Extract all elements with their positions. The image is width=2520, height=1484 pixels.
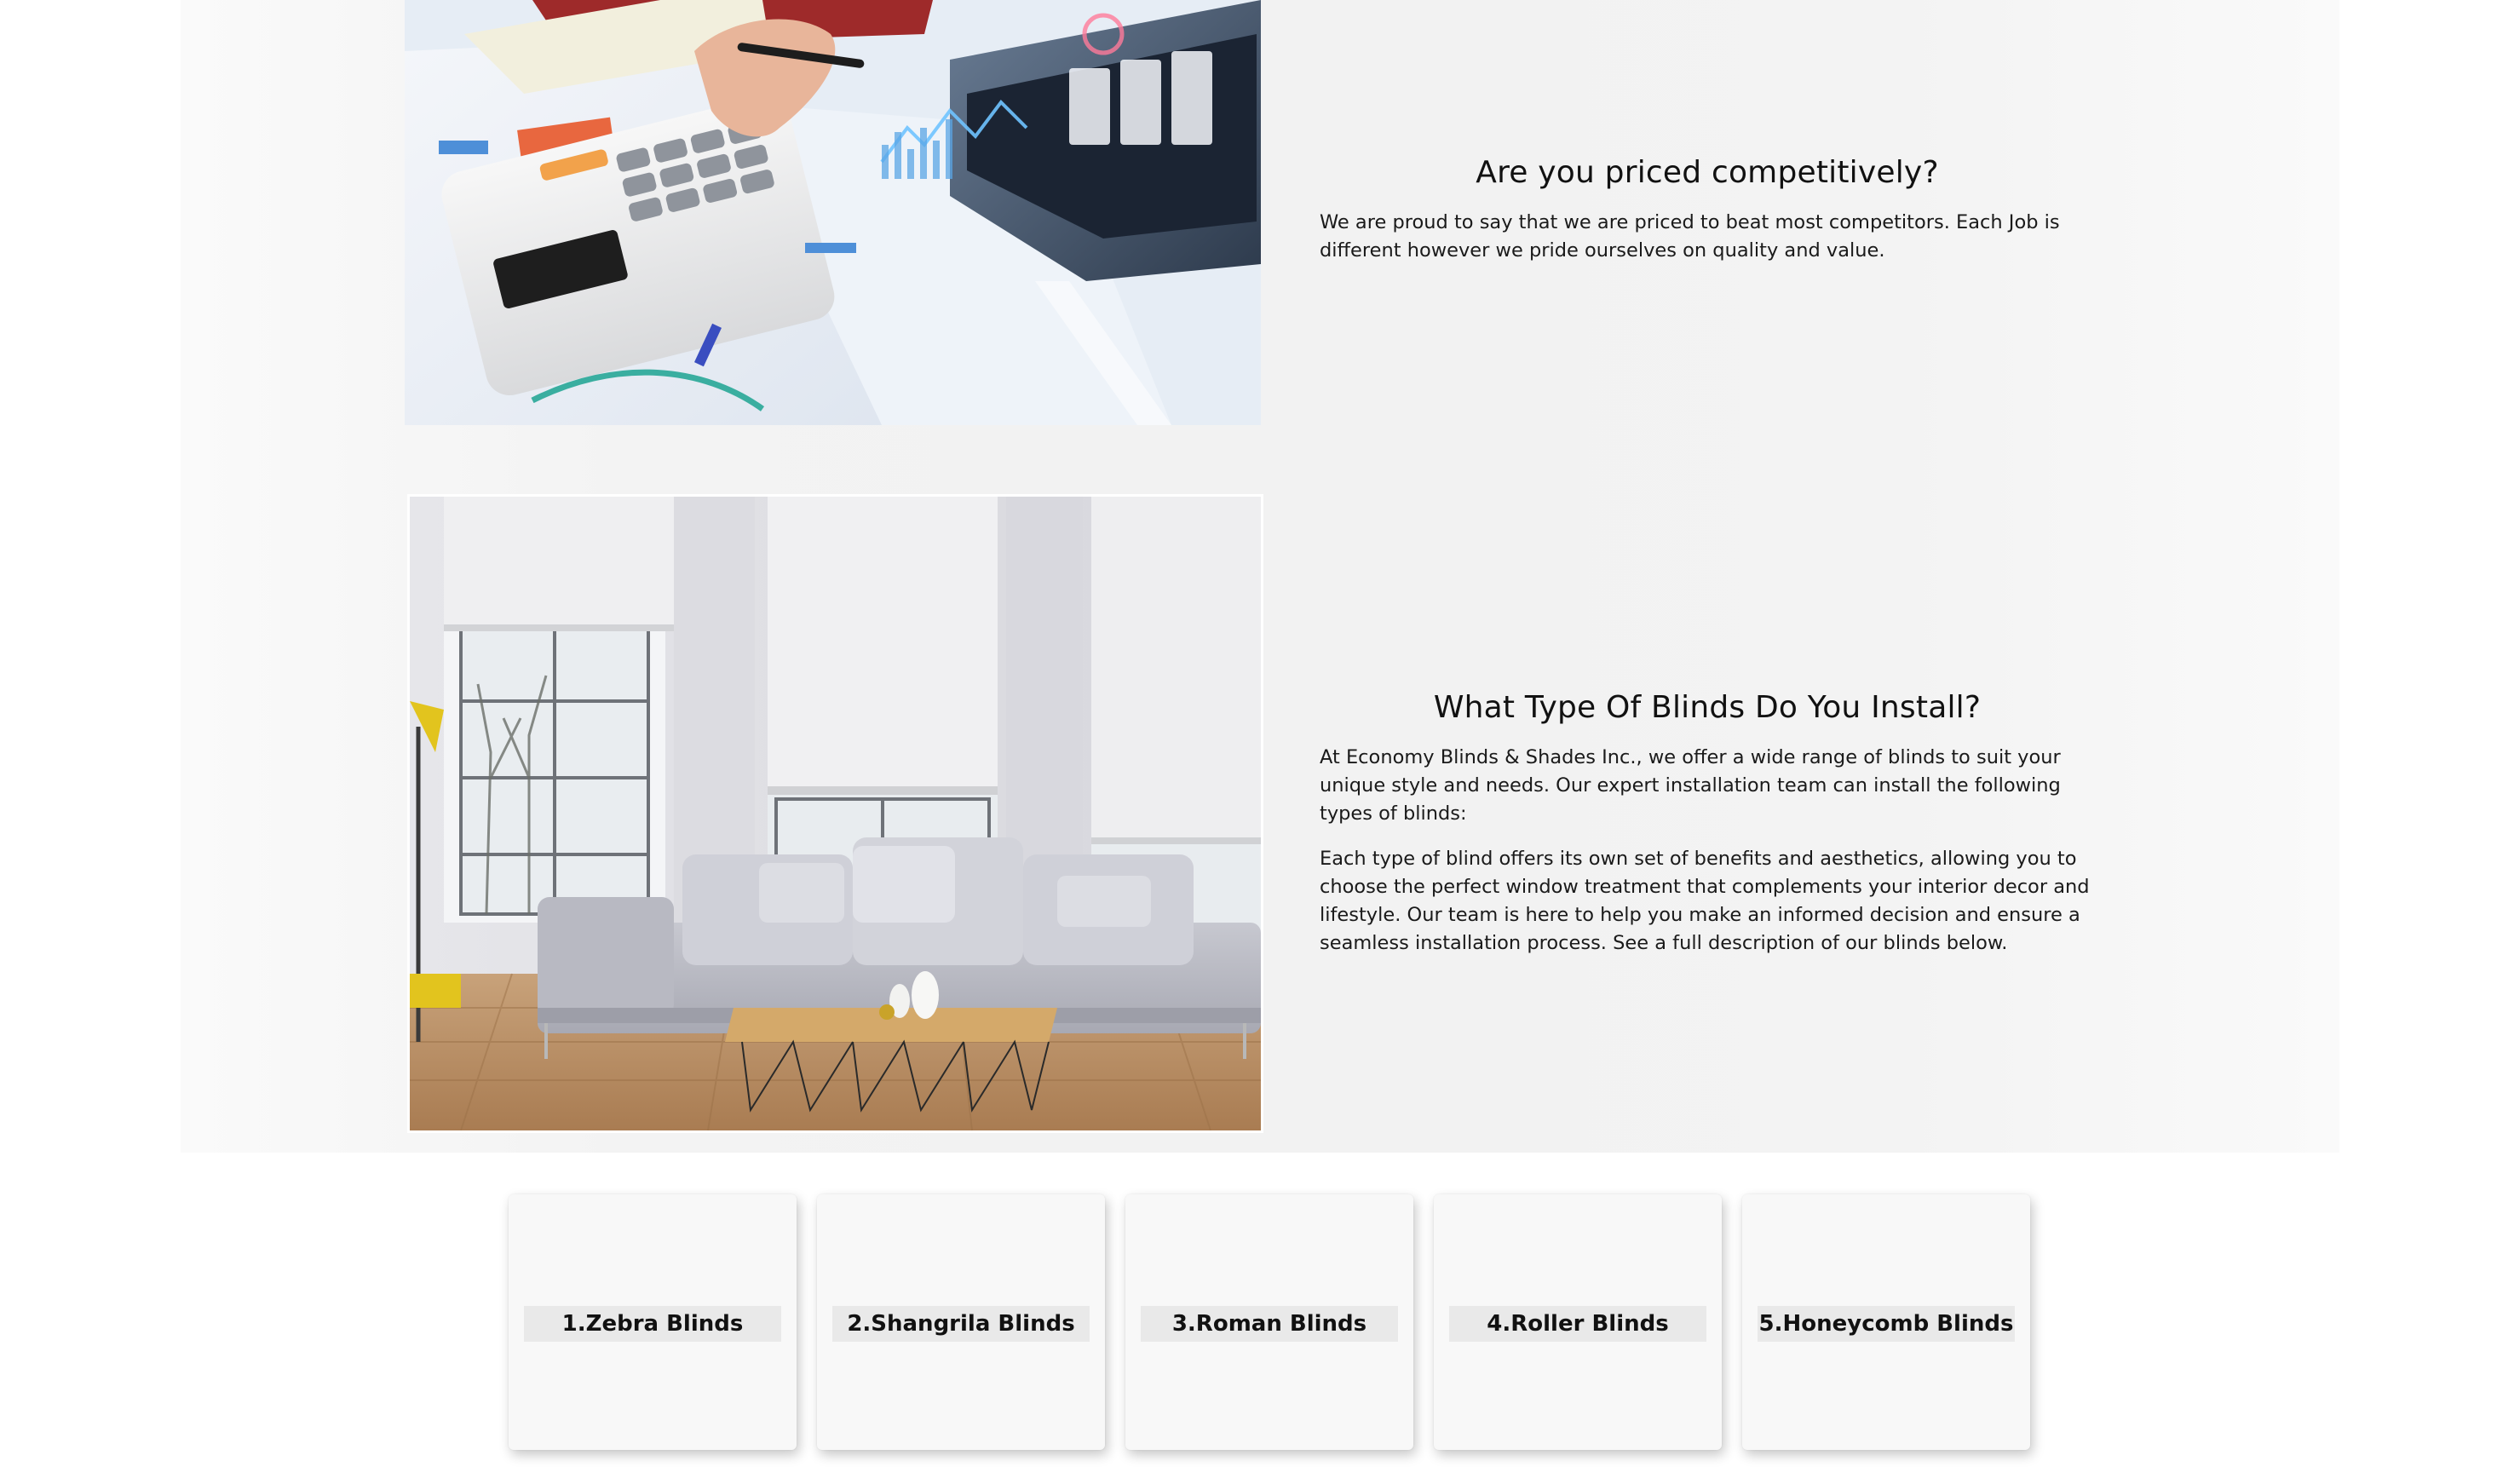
blind-card-label[interactable]: 5.Honeycomb Blinds <box>1758 1306 2015 1342</box>
blind-card-label[interactable]: 1.Zebra Blinds <box>524 1306 781 1342</box>
blind-card-roller[interactable]: 4.Roller Blinds <box>1434 1194 1722 1450</box>
pricing-photo <box>405 0 1261 425</box>
blind-types-section: What Type Of Blinds Do You Install? At E… <box>1320 690 2095 958</box>
blind-card-honeycomb[interactable]: 5.Honeycomb Blinds <box>1742 1194 2030 1450</box>
blind-card-label[interactable]: 3.Roman Blinds <box>1141 1306 1398 1342</box>
pricing-paragraph: We are proud to say that we are priced t… <box>1320 211 2060 262</box>
blind-cards: 1.Zebra Blinds 2.Shangrila Blinds 3.Roma… <box>509 1194 2030 1450</box>
blind-types-intro: At Economy Blinds & Shades Inc., we offe… <box>1320 746 2061 825</box>
page: Are you priced competitively? We are pro… <box>0 0 2520 1484</box>
blind-types-heading: What Type Of Blinds Do You Install? <box>1433 690 1982 725</box>
living-room-photo <box>407 494 1263 1133</box>
blind-card-zebra[interactable]: 1.Zebra Blinds <box>509 1194 797 1450</box>
blind-card-label[interactable]: 4.Roller Blinds <box>1449 1306 1706 1342</box>
blind-card-shangrila[interactable]: 2.Shangrila Blinds <box>817 1194 1105 1450</box>
pricing-section: Are you priced competitively? We are pro… <box>1320 155 2095 265</box>
blind-card-label[interactable]: 2.Shangrila Blinds <box>832 1306 1090 1342</box>
pricing-heading: Are you priced competitively? <box>1476 155 1939 190</box>
blind-card-roman[interactable]: 3.Roman Blinds <box>1125 1194 1413 1450</box>
blind-types-description: Each type of blind offers its own set of… <box>1320 848 2090 954</box>
